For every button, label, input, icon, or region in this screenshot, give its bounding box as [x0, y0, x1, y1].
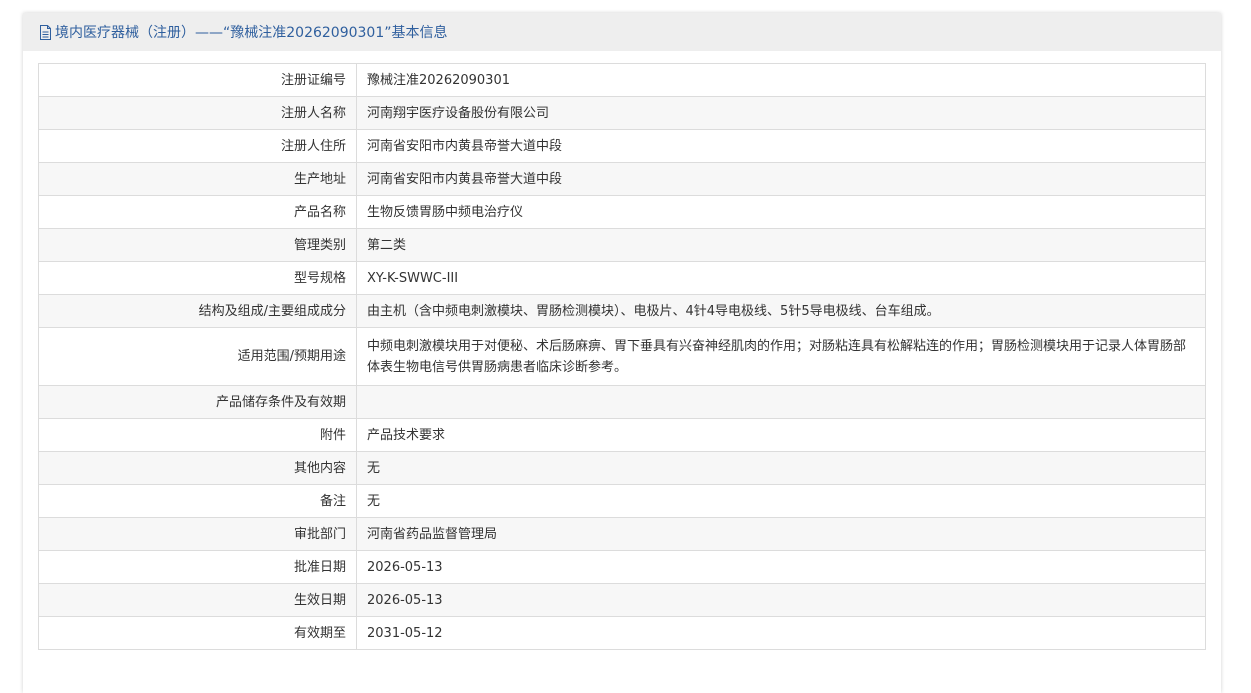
field-value: 生物反馈胃肠中频电治疗仪	[356, 195, 1206, 229]
table-row: 产品储存条件及有效期	[38, 385, 1206, 419]
table-row: 适用范围/预期用途 中频电刺激模块用于对便秘、术后肠麻痹、胃下垂具有兴奋神经肌肉的…	[38, 327, 1206, 386]
table-row: 型号规格 XY-K-SWWC-III	[38, 261, 1206, 295]
field-label: 注册证编号	[38, 63, 357, 97]
field-label: 附件	[38, 418, 357, 452]
field-value: 河南省安阳市内黄县帝誉大道中段	[356, 162, 1206, 196]
field-label: 产品名称	[38, 195, 357, 229]
field-label: 生效日期	[38, 583, 357, 617]
field-value: 豫械注准20262090301	[356, 63, 1206, 97]
field-value: 河南翔宇医疗设备股份有限公司	[356, 96, 1206, 130]
field-label: 注册人住所	[38, 129, 357, 163]
document-icon	[40, 24, 51, 40]
field-value: 河南省药品监督管理局	[356, 517, 1206, 551]
table-row: 其他内容无	[38, 451, 1206, 485]
field-value: 产品技术要求	[356, 418, 1206, 452]
device-info-panel: 境内医疗器械（注册）——“豫械注准20262090301”基本信息 注册证编号豫…	[23, 13, 1221, 693]
field-label: 其他内容	[38, 451, 357, 485]
table-row: 注册证编号 豫械注准20262090301	[38, 63, 1206, 97]
table-row: 产品名称 生物反馈胃肠中频电治疗仪	[38, 195, 1206, 229]
field-label: 有效期至	[38, 616, 357, 650]
table-row: 生产地址 河南省安阳市内黄县帝誉大道中段	[38, 162, 1206, 196]
field-value: 中频电刺激模块用于对便秘、术后肠麻痹、胃下垂具有兴奋神经肌肉的作用；对肠粘连具有…	[356, 327, 1206, 386]
table-row: 有效期至 2031-05-12	[38, 616, 1206, 650]
table-row: 注册人住所 河南省安阳市内黄县帝誉大道中段	[38, 129, 1206, 163]
panel-header: 境内医疗器械（注册）——“豫械注准20262090301”基本信息	[23, 13, 1221, 51]
field-label: 适用范围/预期用途	[38, 327, 357, 386]
field-label: 注册人名称	[38, 96, 357, 130]
panel-title: 境内医疗器械（注册）——“豫械注准20262090301”基本信息	[55, 25, 448, 41]
table-row: 注册人名称 河南翔宇医疗设备股份有限公司	[38, 96, 1206, 130]
field-label: 生产地址	[38, 162, 357, 196]
field-value	[356, 385, 1206, 419]
field-label: 批准日期	[38, 550, 357, 584]
field-label: 产品储存条件及有效期	[38, 385, 357, 419]
table-row: 审批部门 河南省药品监督管理局	[38, 517, 1206, 551]
field-label: 型号规格	[38, 261, 357, 295]
table-row: 备注无	[38, 484, 1206, 518]
field-label: 审批部门	[38, 517, 357, 551]
field-value: 2031-05-12	[356, 616, 1206, 650]
field-value: 第二类	[356, 228, 1206, 262]
table-row: 生效日期 2026-05-13	[38, 583, 1206, 617]
field-value: 2026-05-13	[356, 550, 1206, 584]
field-value: 无	[356, 451, 1206, 485]
field-value: 无	[356, 484, 1206, 518]
table-row: 附件 产品技术要求	[38, 418, 1206, 452]
field-label: 备注	[38, 484, 357, 518]
table-row: 管理类别 第二类	[38, 228, 1206, 262]
table-row: 批准日期 2026-05-13	[38, 550, 1206, 584]
field-value: 2026-05-13	[356, 583, 1206, 617]
table-row: 结构及组成/主要组成成分 由主机（含中频电刺激模块、胃肠检测模块）、电极片、4针4…	[38, 294, 1206, 328]
info-table: 注册证编号 豫械注准20262090301 注册人名称 河南翔宇医疗设备股份有限公司注…	[38, 63, 1206, 650]
field-label: 结构及组成/主要组成成分	[38, 294, 357, 328]
field-value: 由主机（含中频电刺激模块、胃肠检测模块）、电极片、4针4导电极线、5针5导电极线…	[356, 294, 1206, 328]
field-label: 管理类别	[38, 228, 357, 262]
field-value: 河南省安阳市内黄县帝誉大道中段	[356, 129, 1206, 163]
field-value: XY-K-SWWC-III	[356, 261, 1206, 295]
